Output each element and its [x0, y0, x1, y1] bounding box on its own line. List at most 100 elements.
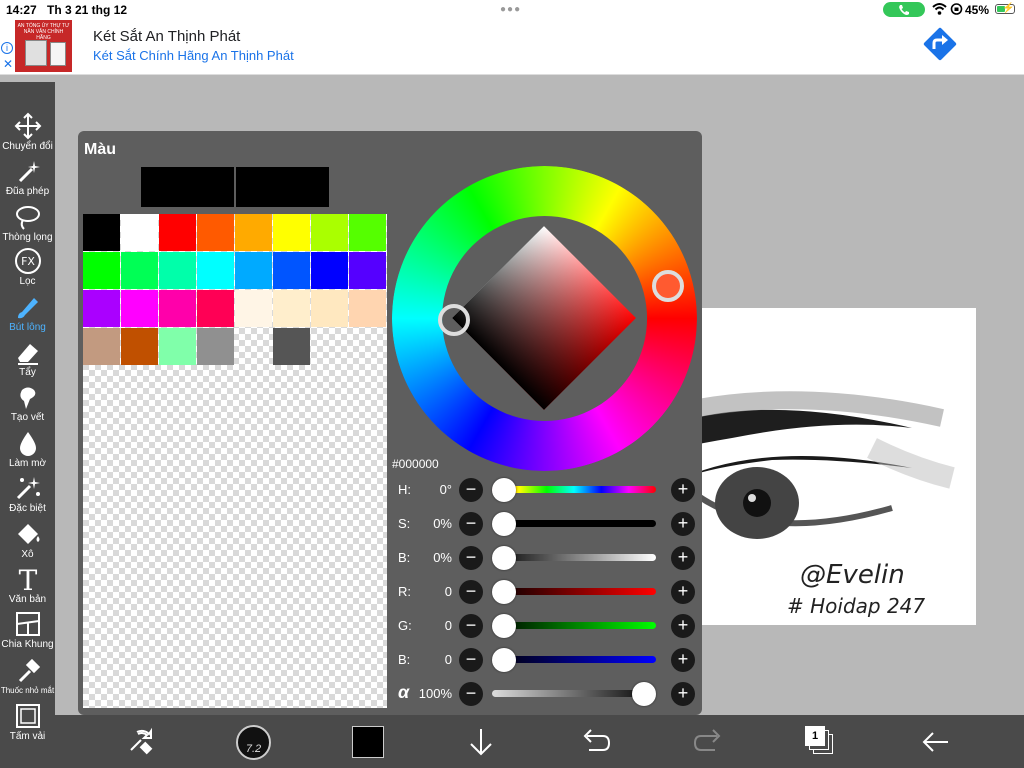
tool-special[interactable]: Đặc biệt: [0, 474, 55, 520]
palette-swatch[interactable]: [235, 214, 272, 251]
transform-tool-icon[interactable]: [123, 724, 159, 760]
palette-swatch[interactable]: [235, 252, 272, 289]
decrease-button[interactable]: −: [459, 580, 483, 604]
tool-eyedropper[interactable]: Thuốc nhỏ mắt: [0, 657, 55, 703]
ad-title[interactable]: Két Sắt An Thịnh Phát: [93, 28, 240, 45]
palette-swatch[interactable]: [311, 214, 348, 251]
slider-track-red[interactable]: [492, 588, 656, 595]
fx-filter-icon: FX: [15, 248, 41, 274]
tool-smudge[interactable]: Tạo vết: [0, 383, 55, 429]
tool-bucket[interactable]: Xô: [0, 520, 55, 566]
slider-track-bri[interactable]: [492, 554, 656, 561]
ad-info-icon[interactable]: i: [1, 42, 13, 54]
palette-swatch[interactable]: [235, 290, 272, 327]
palette-swatch[interactable]: [197, 214, 234, 251]
ad-thumbnail[interactable]: AN TỔNG ỦY THỰ TƯ NẦN VÂN CHỈNH HÃNG: [15, 20, 72, 72]
palette-swatch[interactable]: [349, 214, 386, 251]
tool-fx-filter[interactable]: FX Lọc: [0, 247, 55, 293]
palette-swatch[interactable]: [349, 252, 386, 289]
decrease-button[interactable]: −: [459, 614, 483, 638]
increase-button[interactable]: +: [671, 614, 695, 638]
palette-swatch[interactable]: [311, 252, 348, 289]
palette-swatch[interactable]: [197, 290, 234, 327]
slider-knob[interactable]: [492, 648, 516, 672]
palette-swatch[interactable]: [273, 328, 310, 365]
tool-eraser[interactable]: Tẩy: [0, 338, 55, 384]
tool-label: Chia Khung: [1, 639, 54, 650]
slider-knob[interactable]: [492, 580, 516, 604]
tool-canvas[interactable]: Tấm vải: [0, 702, 55, 748]
palette-swatch[interactable]: [197, 328, 234, 365]
palette-swatch[interactable]: [349, 290, 386, 327]
hex-value[interactable]: #000000: [392, 457, 439, 471]
increase-button[interactable]: +: [671, 512, 695, 536]
palette-swatch[interactable]: [121, 290, 158, 327]
increase-button[interactable]: +: [671, 580, 695, 604]
palette-swatch[interactable]: [121, 328, 158, 365]
palette-swatch[interactable]: [83, 290, 120, 327]
tool-blur[interactable]: Làm mờ: [0, 429, 55, 475]
hue-ring-handle[interactable]: [652, 270, 684, 302]
decrease-button[interactable]: −: [459, 682, 483, 706]
palette-swatch[interactable]: [83, 252, 120, 289]
palette-swatch[interactable]: [83, 214, 120, 251]
multitask-dots-icon[interactable]: ●●●: [500, 4, 521, 15]
palette-swatch[interactable]: [197, 252, 234, 289]
slider-track-hue[interactable]: [492, 486, 656, 493]
redo-icon[interactable]: [691, 724, 727, 760]
slider-knob[interactable]: [492, 614, 516, 638]
layers-button[interactable]: 1: [805, 726, 835, 756]
tool-brush[interactable]: Bút lông: [0, 293, 55, 339]
current-color-swatch[interactable]: [141, 167, 234, 207]
palette-swatch[interactable]: [159, 252, 196, 289]
increase-button[interactable]: +: [671, 478, 695, 502]
canvas-tag: # Hoidap 247: [787, 594, 925, 618]
palette-swatch[interactable]: [273, 290, 310, 327]
decrease-button[interactable]: −: [459, 648, 483, 672]
color-wheel[interactable]: [392, 166, 697, 471]
slider-knob[interactable]: [492, 512, 516, 536]
slider-track-green[interactable]: [492, 622, 656, 629]
palette-swatch[interactable]: [273, 214, 310, 251]
active-color-button[interactable]: [352, 726, 384, 758]
palette-swatch[interactable]: [121, 214, 158, 251]
palette-swatch[interactable]: [311, 290, 348, 327]
palette-swatch[interactable]: [273, 252, 310, 289]
palette-swatch[interactable]: [159, 290, 196, 327]
tool-frame-divide[interactable]: Chia Khung: [0, 610, 55, 656]
slider-knob[interactable]: [492, 478, 516, 502]
frame-divide-icon: [16, 612, 40, 636]
undo-icon[interactable]: [577, 724, 613, 760]
tool-label: Làm mờ: [8, 458, 47, 469]
slider-knob[interactable]: [632, 682, 656, 706]
ad-directions-icon[interactable]: [920, 24, 960, 64]
decrease-button[interactable]: −: [459, 512, 483, 536]
ad-banner[interactable]: i ✕ AN TỔNG ỦY THỰ TƯ NẦN VÂN CHỈNH HÃNG…: [0, 19, 1024, 75]
tool-move[interactable]: Chuyển đổi: [0, 112, 55, 158]
slider-track-sat[interactable]: [492, 520, 656, 527]
increase-button[interactable]: +: [671, 546, 695, 570]
call-indicator-icon[interactable]: [883, 2, 925, 17]
palette-swatch[interactable]: [159, 214, 196, 251]
brush-size-button[interactable]: 7.2: [236, 725, 271, 760]
slider-knob[interactable]: [492, 546, 516, 570]
down-arrow-icon[interactable]: [463, 724, 499, 760]
tool-magic-wand[interactable]: Đũa phép: [0, 157, 55, 203]
palette-swatch[interactable]: [121, 252, 158, 289]
tool-lasso[interactable]: Thòng lọng: [0, 203, 55, 249]
previous-color-swatch[interactable]: [236, 167, 329, 207]
ad-close-icon[interactable]: ✕: [3, 57, 13, 71]
decrease-button[interactable]: −: [459, 546, 483, 570]
move-icon: [14, 112, 42, 140]
slider-track-blue[interactable]: [492, 656, 656, 663]
decrease-button[interactable]: −: [459, 478, 483, 502]
saturation-brightness-diamond[interactable]: [452, 226, 636, 410]
back-arrow-icon[interactable]: [918, 724, 954, 760]
increase-button[interactable]: +: [671, 648, 695, 672]
increase-button[interactable]: +: [671, 682, 695, 706]
ad-subtitle[interactable]: Két Sắt Chính Hãng An Thịnh Phát: [93, 48, 294, 63]
palette-swatch[interactable]: [159, 328, 196, 365]
tool-label: Xô: [21, 549, 34, 560]
palette-swatch[interactable]: [83, 328, 120, 365]
tool-text[interactable]: T Văn bản: [0, 565, 55, 611]
